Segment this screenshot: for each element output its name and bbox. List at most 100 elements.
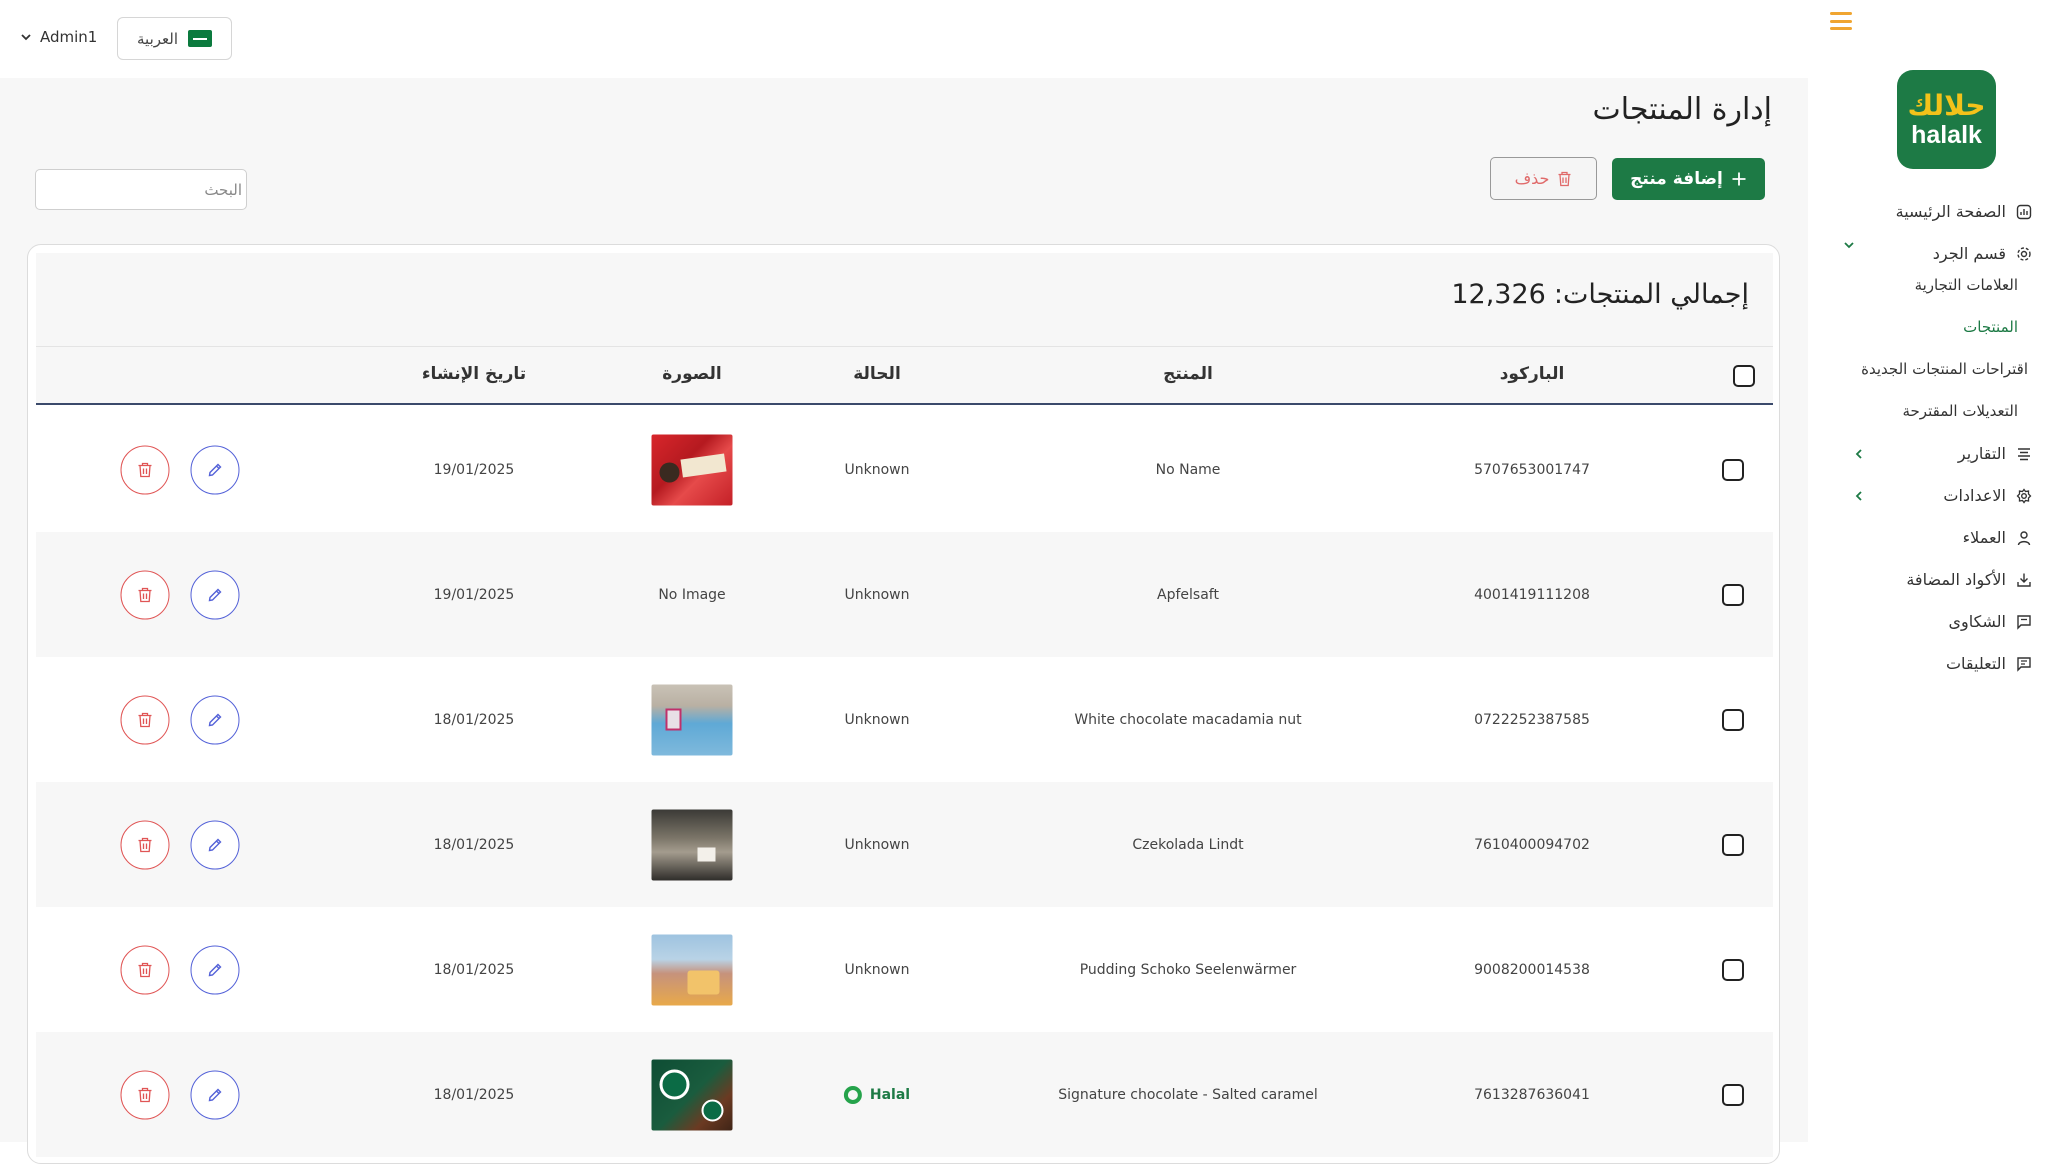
delete-row-button[interactable] bbox=[120, 1070, 170, 1119]
pencil-icon bbox=[208, 963, 222, 976]
sidebar-item-added-codes[interactable]: الأكواد المضافة bbox=[1906, 570, 2032, 589]
row-checkbox[interactable] bbox=[1722, 709, 1744, 731]
search-input[interactable] bbox=[48, 180, 242, 199]
status-cell: Unknown bbox=[844, 711, 910, 728]
table-row: 0722252387585 White chocolate macadamia … bbox=[36, 657, 1773, 782]
product-name-cell: No Name bbox=[1155, 461, 1221, 478]
edit-button[interactable] bbox=[190, 445, 240, 494]
sidebar-item-customers[interactable]: العملاء bbox=[1963, 528, 2032, 547]
table-row: 9008200014538 Pudding Schoko Seelenwärme… bbox=[36, 907, 1773, 1032]
chevron-down-icon bbox=[21, 34, 31, 41]
delete-row-button[interactable] bbox=[120, 695, 170, 744]
barcode-cell: 4001419111208 bbox=[1474, 586, 1590, 603]
chevron-left-icon[interactable] bbox=[1852, 447, 1866, 461]
delete-button[interactable]: حذف bbox=[1490, 157, 1597, 200]
dashboard-icon bbox=[2016, 204, 2032, 219]
product-image bbox=[651, 684, 733, 755]
pencil-icon bbox=[208, 838, 222, 851]
download-icon bbox=[2017, 573, 2031, 587]
trash-icon bbox=[138, 837, 152, 852]
sidebar-item-products[interactable]: المنتجات bbox=[1963, 318, 2018, 336]
edit-button[interactable] bbox=[190, 1070, 240, 1119]
row-checkbox[interactable] bbox=[1722, 959, 1744, 981]
barcode-cell: 5707653001747 bbox=[1474, 461, 1590, 478]
sidebar-item-suggested-edits[interactable]: التعديلات المقترحة bbox=[1902, 402, 2018, 420]
total-products: إجمالي المنتجات: 12,326 bbox=[1451, 279, 1749, 310]
product-name-cell: Czekolada Lindt bbox=[1132, 836, 1244, 853]
total-label: إجمالي المنتجات: bbox=[1553, 279, 1749, 310]
chevron-left-icon[interactable] bbox=[1852, 489, 1866, 503]
sidebar-item-reports[interactable]: التقارير bbox=[1958, 444, 2032, 463]
sidebar-item-home[interactable]: الصفحة الرئيسية bbox=[1896, 202, 2032, 221]
created-date-cell: 19/01/2025 bbox=[433, 461, 515, 478]
edit-button[interactable] bbox=[190, 570, 240, 619]
user-name: Admin1 bbox=[40, 28, 98, 46]
sidebar-item-complaints[interactable]: الشكاوى bbox=[1948, 612, 2032, 631]
status-label: Halal bbox=[869, 1086, 911, 1103]
sidebar-item-brands[interactable]: العلامات التجارية bbox=[1915, 276, 2018, 294]
column-image: الصورة bbox=[662, 364, 722, 384]
user-icon bbox=[2017, 530, 2031, 545]
row-checkbox[interactable] bbox=[1722, 834, 1744, 856]
column-barcode: الباركود bbox=[1499, 364, 1565, 384]
column-created-date: تاريخ الإنشاء bbox=[421, 364, 527, 384]
sidebar-item-comments[interactable]: التعليقات bbox=[1946, 654, 2032, 673]
product-name-cell: Pudding Schoko Seelenwärmer bbox=[1079, 961, 1297, 978]
sidebar-item-product-suggestions[interactable]: اقتراحات المنتجات الجديدة bbox=[1861, 360, 2028, 378]
created-date-cell: 19/01/2025 bbox=[433, 586, 515, 603]
sidebar-item-inventory[interactable]: قسم الجرد bbox=[1933, 244, 2032, 263]
delete-row-button[interactable] bbox=[120, 570, 170, 619]
created-date-cell: 18/01/2025 bbox=[433, 836, 515, 853]
reports-icon bbox=[2018, 447, 2030, 460]
row-checkbox[interactable] bbox=[1722, 1084, 1744, 1106]
product-image bbox=[651, 1059, 733, 1130]
pencil-icon bbox=[208, 588, 222, 601]
language-switcher[interactable]: العربية bbox=[117, 17, 232, 60]
product-name-cell: Apfelsaft bbox=[1157, 586, 1219, 603]
total-value: 12,326 bbox=[1451, 279, 1546, 310]
barcode-cell: 7613287636041 bbox=[1474, 1086, 1590, 1103]
status-cell: Unknown bbox=[844, 961, 910, 978]
plus-icon bbox=[1732, 172, 1746, 186]
trash-icon bbox=[138, 712, 152, 727]
delete-row-button[interactable] bbox=[120, 445, 170, 494]
add-product-button[interactable]: إضافة منتج bbox=[1612, 158, 1765, 200]
trash-icon bbox=[138, 587, 152, 602]
product-name-cell: White chocolate macadamia nut bbox=[1074, 711, 1302, 728]
settings-icon bbox=[2016, 487, 2032, 504]
row-checkbox[interactable] bbox=[1722, 459, 1744, 481]
sidebar-item-settings[interactable]: الاعدادات bbox=[1943, 486, 2032, 505]
edit-button[interactable] bbox=[190, 820, 240, 869]
status-cell: Unknown bbox=[844, 836, 910, 853]
barcode-cell: 0722252387585 bbox=[1474, 711, 1590, 728]
select-all-checkbox[interactable] bbox=[1733, 365, 1755, 387]
halalk-logo: حلالك halalk bbox=[1897, 70, 1996, 169]
edit-button[interactable] bbox=[190, 945, 240, 994]
table-row: 5707653001747 No Name Unknown 19/01/2025 bbox=[36, 407, 1773, 532]
column-status: الحالة bbox=[853, 364, 901, 384]
trash-icon bbox=[138, 462, 152, 477]
table-row: 7613287636041 Signature chocolate - Salt… bbox=[36, 1032, 1773, 1157]
trash-icon bbox=[138, 1087, 152, 1102]
user-menu[interactable]: Admin1 bbox=[20, 28, 97, 46]
main-content: إدارة المنتجات إضافة منتج حذف إجمالي الم… bbox=[0, 78, 1808, 1164]
top-bar: Admin1 العربية bbox=[0, 0, 1808, 78]
created-date-cell: 18/01/2025 bbox=[433, 961, 515, 978]
delete-row-button[interactable] bbox=[120, 820, 170, 869]
pencil-icon bbox=[208, 713, 222, 726]
status-cell: Halal bbox=[843, 1085, 911, 1104]
halal-status-icon bbox=[843, 1085, 862, 1104]
chevron-down-icon[interactable] bbox=[1842, 238, 1856, 252]
column-product: المنتج bbox=[1163, 364, 1213, 384]
row-checkbox[interactable] bbox=[1722, 584, 1744, 606]
products-table-card: إجمالي المنتجات: 12,326 الباركود المنتج … bbox=[27, 244, 1780, 1164]
delete-row-button[interactable] bbox=[120, 945, 170, 994]
language-label: العربية bbox=[137, 29, 178, 48]
edit-button[interactable] bbox=[190, 695, 240, 744]
table-header-bar: إجمالي المنتجات: 12,326 bbox=[36, 253, 1773, 347]
no-image-label: No Image bbox=[658, 586, 726, 603]
created-date-cell: 18/01/2025 bbox=[433, 711, 515, 728]
hamburger-menu-icon[interactable] bbox=[1830, 12, 1852, 30]
product-image bbox=[651, 934, 733, 1005]
saudi-flag-icon bbox=[188, 30, 212, 47]
